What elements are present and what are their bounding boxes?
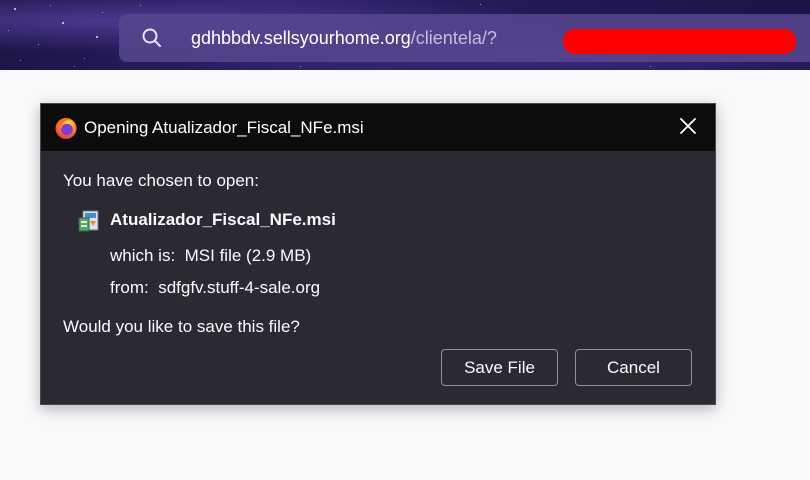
cancel-button[interactable]: Cancel [575,349,692,386]
url-domain: gdhbbdv.sellsyourhome.org [191,28,411,48]
dialog-titlebar: Opening Atualizador_Fiscal_NFe.msi [41,104,715,151]
file-type-row: which is: MSI file (2.9 MB) [110,246,311,266]
dialog-body: You have chosen to open: Atualizador_Fis… [41,151,715,406]
browser-toolbar: gdhbbdv.sellsyourhome.org/clientela/? [0,0,810,70]
dialog-title: Opening Atualizador_Fiscal_NFe.msi [84,118,364,137]
firefox-icon [54,116,78,140]
close-button[interactable] [675,115,701,141]
file-source-row: from: sdfgfv.stuff-4-sale.org [110,278,320,298]
prompt-text: You have chosen to open: [63,171,259,190]
search-icon [141,27,163,54]
file-source-value: sdfgfv.stuff-4-sale.org [158,278,321,297]
file-type-label: which is: [110,246,176,265]
url-text[interactable]: gdhbbdv.sellsyourhome.org/clientela/? [191,27,497,49]
file-type-value: MSI file (2.9 MB) [184,246,312,265]
file-source-label: from: [110,278,149,297]
file-name: Atualizador_Fiscal_NFe.msi [110,210,336,229]
save-file-button[interactable]: Save File [441,349,558,386]
redaction-mark [563,29,796,54]
save-question: Would you like to save this file? [63,317,300,336]
msi-installer-icon [77,209,101,233]
url-path: /clientela/? [410,28,497,48]
close-icon [679,117,697,140]
download-dialog: Opening Atualizador_Fiscal_NFe.msi You h… [40,103,716,405]
